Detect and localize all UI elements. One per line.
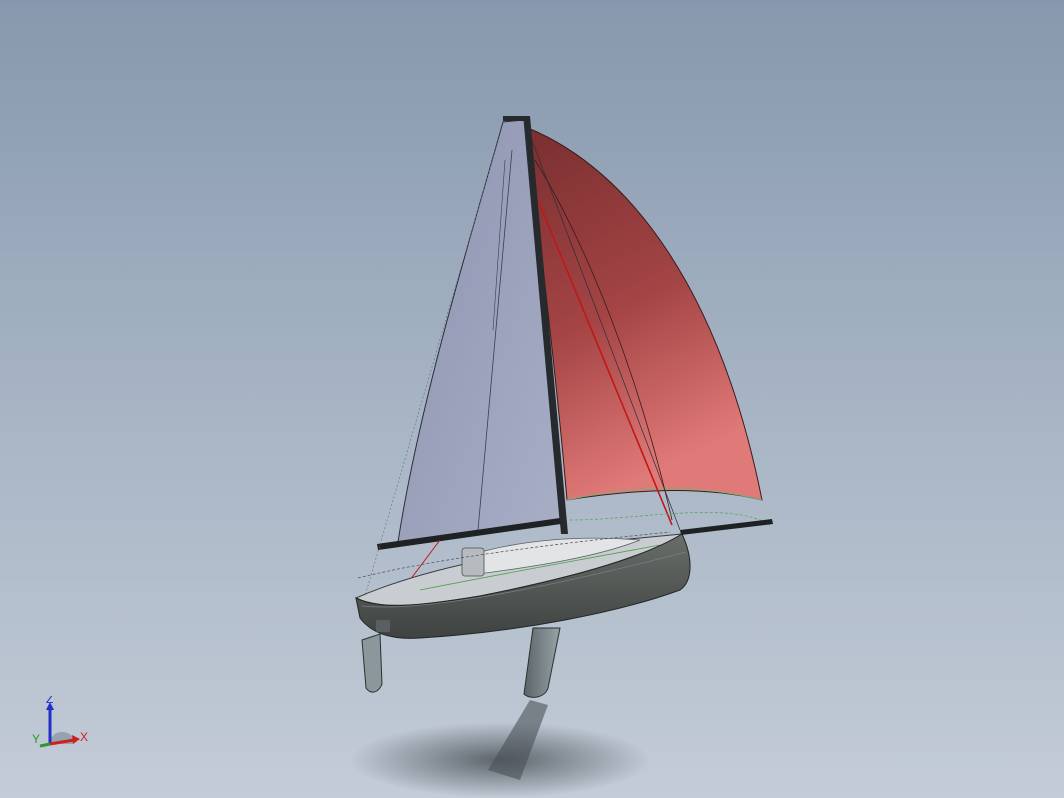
transom-fitting bbox=[376, 620, 390, 632]
bowsprit bbox=[680, 519, 773, 535]
x-axis-arrow-icon bbox=[72, 735, 80, 744]
3d-viewport[interactable]: Z X Y bbox=[0, 0, 1064, 798]
x-axis-label: X bbox=[80, 730, 88, 744]
rudder bbox=[361, 633, 383, 693]
hatch bbox=[461, 547, 485, 577]
y-axis-icon bbox=[39, 742, 51, 748]
keel-fin bbox=[523, 627, 561, 698]
spinnaker-sail bbox=[527, 127, 763, 501]
sailboat-model[interactable] bbox=[0, 0, 1064, 798]
axis-triad: Z X Y bbox=[32, 696, 88, 748]
y-axis-label: Y bbox=[32, 732, 40, 746]
z-axis-label: Z bbox=[46, 696, 53, 706]
masthead bbox=[503, 116, 527, 121]
